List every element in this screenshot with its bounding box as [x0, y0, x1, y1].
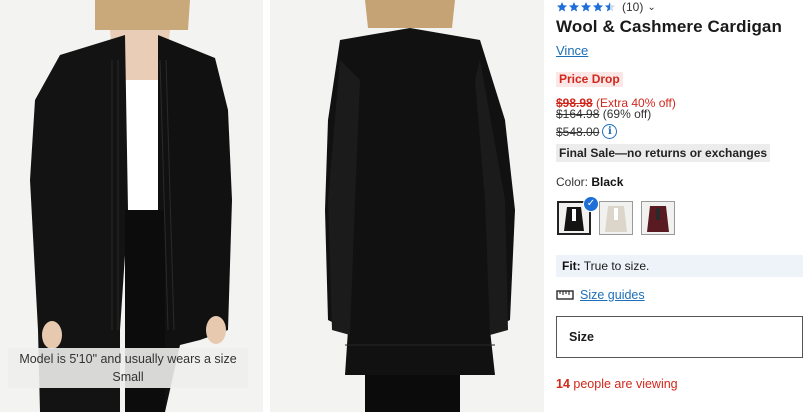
compare-price-row: $164.98 (69% off)	[556, 107, 651, 121]
color-swatch-burgundy[interactable]	[641, 201, 675, 235]
color-label: Color: Black	[556, 175, 623, 189]
product-image-front[interactable]: Model is 5'10" and usually wears a size …	[0, 0, 263, 412]
viewing-count-notice: 14 people are viewing	[556, 377, 678, 391]
selected-check-icon: ✓	[583, 196, 599, 212]
ruler-icon	[556, 290, 574, 300]
price-drop-badge: Price Drop	[556, 72, 623, 87]
product-title: Wool & Cashmere Cardigan	[556, 17, 782, 36]
star-icon	[605, 2, 615, 12]
product-image-back[interactable]	[270, 0, 544, 412]
info-icon[interactable]: i	[602, 124, 618, 139]
selected-color: Black	[591, 175, 624, 189]
viewing-text: people are viewing	[573, 377, 678, 391]
compare-price: $164.98	[556, 107, 600, 121]
size-selector[interactable]: Size	[556, 316, 803, 358]
fit-value: True to size.	[583, 259, 650, 273]
size-selector-label: Size	[569, 330, 595, 344]
review-count: (10)	[622, 0, 644, 14]
original-price: $548.00	[556, 124, 600, 139]
color-swatch-ivory[interactable]	[599, 201, 633, 235]
rating-stars	[556, 1, 616, 13]
final-sale-notice: Final Sale—no returns or exchanges	[556, 144, 771, 162]
swatch-burgundy-image	[642, 202, 674, 234]
original-price-row: $548.00 i	[556, 124, 618, 139]
star-icon	[593, 2, 603, 12]
fit-info: Fit: True to size.	[556, 255, 803, 277]
viewing-count: 14	[556, 377, 570, 391]
brand-link[interactable]: Vince	[556, 43, 588, 58]
star-icon	[581, 2, 591, 12]
model-back-illustration	[270, 0, 544, 412]
color-label-text: Color:	[556, 175, 589, 189]
swatch-ivory-image	[600, 202, 632, 234]
chevron-down-icon: ⌄	[647, 1, 656, 13]
rating-summary[interactable]: (10) ⌄	[556, 0, 656, 14]
star-icon	[557, 2, 567, 12]
size-guides-link[interactable]: Size guides	[556, 288, 645, 302]
size-guides-label: Size guides	[580, 288, 645, 302]
model-size-caption: Model is 5'10" and usually wears a size …	[8, 348, 248, 388]
compare-note: (69% off)	[602, 107, 652, 121]
fit-label: Fit:	[562, 259, 581, 273]
star-icon	[569, 2, 579, 12]
